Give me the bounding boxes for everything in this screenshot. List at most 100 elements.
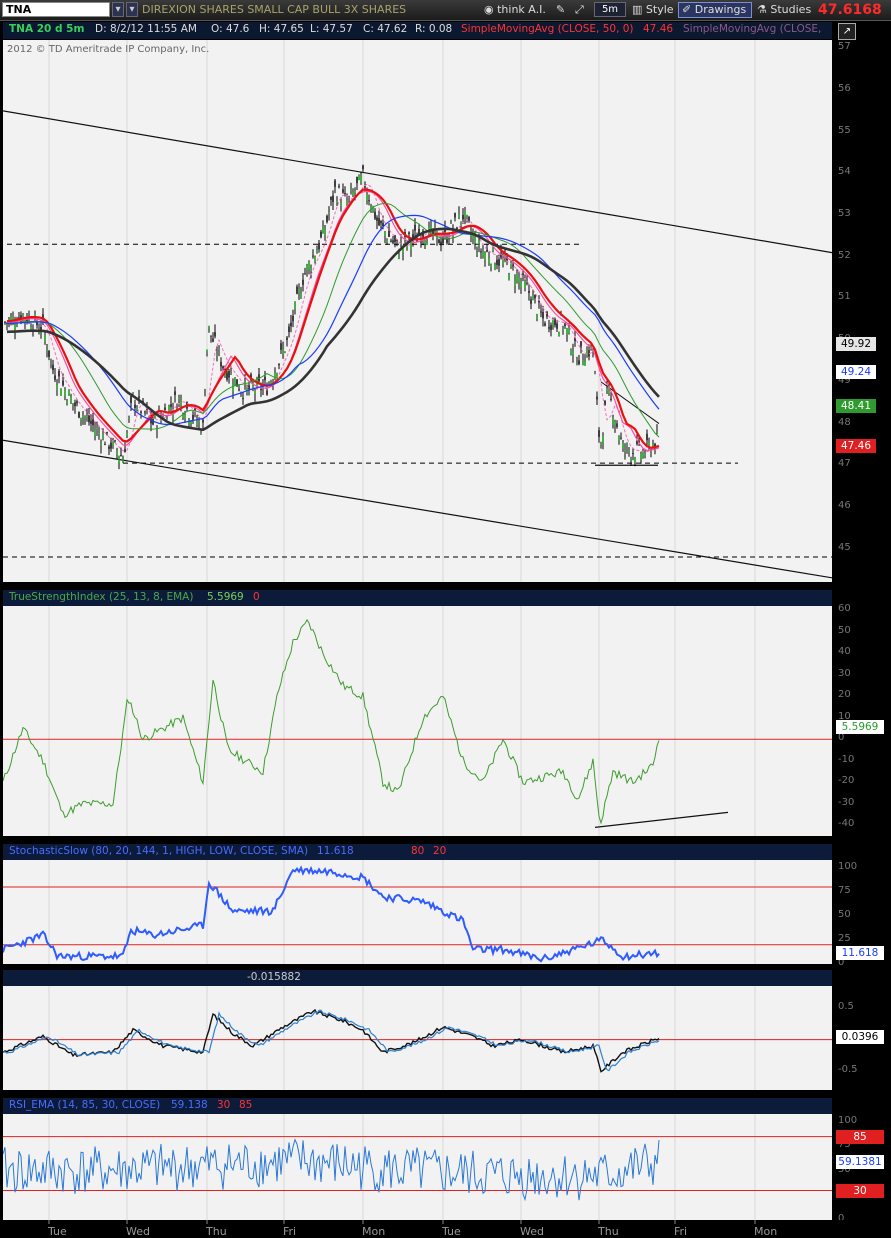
time-label: Mon <box>754 1225 778 1238</box>
indicator-tag: 11.618 <box>836 945 884 960</box>
indicator-tag: 30 <box>836 1183 884 1198</box>
drawings-button[interactable]: ✐ Drawings <box>678 2 752 18</box>
indicator-tag: 85 <box>836 1129 884 1144</box>
rsi-chart[interactable] <box>3 1114 832 1220</box>
indicator-tick: 0.5 <box>838 1001 854 1013</box>
price-tick: 45 <box>838 541 851 553</box>
chart-label: TNA 20 d 5m <box>9 23 85 35</box>
price-tick: 47 <box>838 458 851 470</box>
indicator-tick: 100 <box>838 1114 858 1126</box>
tsi-title: TrueStrengthIndex (25, 13, 8, EMA) <box>9 591 194 603</box>
tsi-panel <box>3 606 832 836</box>
osc-header: -0.015882 <box>3 970 832 986</box>
copyright-text: 2012 © TD Ameritrade IP Company, Inc. <box>7 44 210 55</box>
stoch-axis: 100 75 50 25 0 11.618 <box>832 860 891 968</box>
symbol-description: DIREXION SHARES SMALL CAP BULL 3X SHARES <box>142 3 407 16</box>
zoom-icon[interactable]: ⤢ <box>575 2 584 17</box>
tools-icon[interactable]: ✎ <box>556 2 565 17</box>
price-tick: 52 <box>838 249 851 261</box>
tsi-axis: 60 50 40 30 20 10 0 -10 -20 -30 -40 5.5969 <box>832 603 891 836</box>
indicator-tick: 60 <box>838 603 851 615</box>
rsi-header: RSI_EMA (14, 85, 30, CLOSE) 59.138 30 85 <box>3 1098 832 1114</box>
tsi-header: TrueStrengthIndex (25, 13, 8, EMA) 5.596… <box>3 590 832 606</box>
eye-icon: ◉ <box>484 3 494 16</box>
price-tag: 49.24 <box>836 364 876 379</box>
time-label: Wed <box>520 1225 544 1238</box>
indicator-tick: -40 <box>838 818 855 830</box>
price-panel: 2012 © TD Ameritrade IP Company, Inc. <box>3 40 832 582</box>
sma1-value: 47.46 <box>643 23 674 35</box>
price-tick: 46 <box>838 499 851 511</box>
symbol-input[interactable]: TNA <box>2 2 110 17</box>
stoch-chart[interactable] <box>3 860 832 964</box>
rsi-axis: 10075502508559.138130 <box>832 1114 891 1224</box>
think-ai-label: think A.I. <box>497 3 546 16</box>
close-label: C: 47.62 <box>363 23 408 35</box>
indicator-tick: 50 <box>838 624 851 636</box>
high-label: H: 47.65 <box>259 23 304 35</box>
osc-chart[interactable] <box>3 986 832 1090</box>
think-ai-button[interactable]: ◉ think A.I. <box>484 2 546 17</box>
osc-value: -0.015882 <box>247 971 301 983</box>
toolbar: TNA ▾ ▾ DIREXION SHARES SMALL CAP BULL 3… <box>0 0 891 21</box>
pencil-icon: ✐ <box>682 3 692 16</box>
stoch-header: StochasticSlow (80, 20, 144, 1, HIGH, LO… <box>3 844 832 860</box>
flask-icon: ⚗ <box>757 3 767 16</box>
indicator-tick: 30 <box>838 667 851 679</box>
rsi-panel <box>3 1114 832 1220</box>
indicator-tick: -20 <box>838 775 855 787</box>
studies-label: Studies <box>770 3 812 16</box>
indicator-tick: 20 <box>838 689 851 701</box>
tsi-value: 5.5969 <box>207 591 244 603</box>
price-tick: 48 <box>838 416 851 428</box>
price-tick: 53 <box>838 208 851 220</box>
time-label: Tue <box>48 1225 67 1238</box>
stoch-panel <box>3 860 832 964</box>
chart-settings-icon[interactable]: ↗ <box>838 23 856 40</box>
osc-axis: 0.50-0.50.0396 <box>832 986 891 1090</box>
rsi-lo: 30 <box>217 1099 231 1111</box>
price-tick: 54 <box>838 166 851 178</box>
rsi-title: RSI_EMA (14, 85, 30, CLOSE) <box>9 1099 161 1111</box>
range-label: R: 0.08 <box>415 23 453 35</box>
time-label: Thu <box>598 1225 619 1238</box>
price-tag: 48.41 <box>836 399 876 414</box>
time-label: Fri <box>674 1225 688 1238</box>
price-chart[interactable] <box>3 40 832 582</box>
sma1-label: SimpleMovingAvg (CLOSE, 50, 0) <box>461 23 634 35</box>
rsi-hi: 85 <box>239 1099 253 1111</box>
indicator-tag: 59.1381 <box>836 1154 884 1169</box>
stoch-os: 20 <box>433 845 447 857</box>
price-header: TNA 20 d 5m D: 8/2/12 11:55 AM O: 47.6 H… <box>3 22 832 39</box>
price-tick: 55 <box>838 124 851 136</box>
indicator-tick: -0.5 <box>838 1064 858 1076</box>
osc-panel <box>3 986 832 1090</box>
stoch-ob: 80 <box>411 845 425 857</box>
indicator-tick: -10 <box>838 753 855 765</box>
indicator-tag: 5.5969 <box>836 720 884 735</box>
indicator-tick: 25 <box>838 932 851 944</box>
price-tag: 47.46 <box>836 439 876 454</box>
sma2-label: SimpleMovingAvg (CLOSE, <box>683 23 822 35</box>
rsi-value: 59.138 <box>171 1099 208 1111</box>
studies-button[interactable]: ⚗ Studies <box>757 2 811 17</box>
symbol-lookup-icon[interactable]: ▾ <box>126 2 138 17</box>
price-tick: 51 <box>838 291 851 303</box>
indicator-tick: 50 <box>838 908 851 920</box>
style-button[interactable]: ▥ Style <box>632 2 674 17</box>
timeframe-button[interactable]: 5m <box>594 2 626 17</box>
tsi-zero: 0 <box>253 591 260 603</box>
last-price: 47.6168 <box>818 2 882 18</box>
tsi-chart[interactable] <box>3 606 832 836</box>
indicator-tick: -30 <box>838 796 855 808</box>
time-label: Thu <box>206 1225 227 1238</box>
price-axis: 5756555453525150494847464549.9249.2448.4… <box>832 40 891 582</box>
stoch-title: StochasticSlow (80, 20, 144, 1, HIGH, LO… <box>9 845 309 857</box>
symbol-dropdown-icon[interactable]: ▾ <box>112 2 124 17</box>
time-label: Tue <box>442 1225 461 1238</box>
indicator-tick: 75 <box>838 884 851 896</box>
price-tick: 57 <box>838 41 851 53</box>
indicator-tick: 40 <box>838 646 851 658</box>
stoch-value: 11.618 <box>317 845 354 857</box>
drawings-label: Drawings <box>694 3 747 16</box>
